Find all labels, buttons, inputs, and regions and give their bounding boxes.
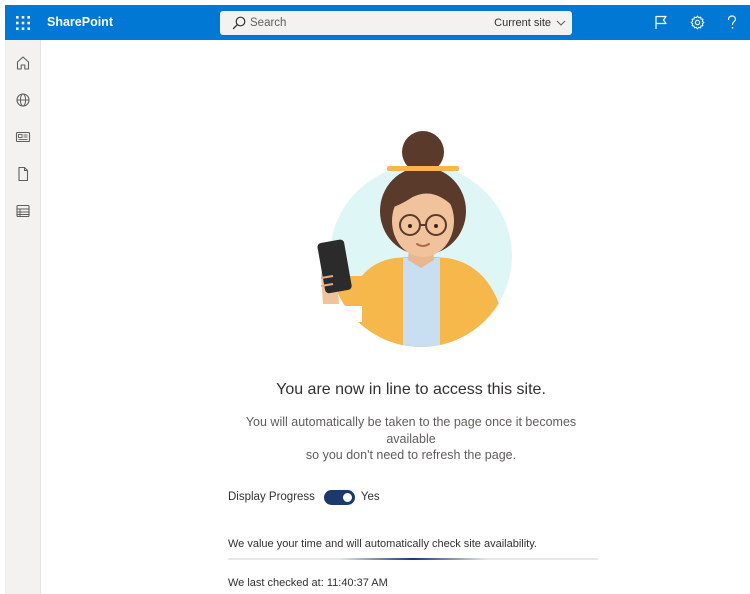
- document-icon: [18, 166, 29, 182]
- news-icon: [15, 131, 31, 143]
- rail-item-files[interactable]: [5, 157, 41, 191]
- last-checked-text: We last checked at: 11:40:37 AM: [228, 577, 388, 589]
- rail-item-home[interactable]: [5, 46, 41, 80]
- search-scope-label: Current site: [494, 17, 551, 29]
- availability-info-text: We value your time and will automaticall…: [228, 538, 537, 550]
- queue-headline: You are now in line to access this site.: [276, 381, 546, 398]
- list-icon: [16, 204, 30, 218]
- app-launcher-icon[interactable]: [5, 5, 41, 40]
- search-input[interactable]: [250, 13, 490, 33]
- display-progress-state: Yes: [360, 491, 380, 503]
- home-icon: [16, 56, 30, 70]
- chevron-down-icon: [556, 20, 566, 26]
- queue-description-line-1: You will automatically be taken to the p…: [245, 415, 577, 446]
- progress-bar: [339, 558, 487, 560]
- queue-description-line-2: so you don't need to refresh the page.: [305, 448, 517, 462]
- globe-icon: [16, 93, 30, 107]
- left-nav-rail: [5, 40, 41, 594]
- queue-description: You will automatically be taken to the p…: [221, 414, 601, 464]
- display-progress-label: Display Progress: [228, 491, 315, 503]
- app-window: SharePoint Current site: [5, 5, 750, 594]
- rail-item-news[interactable]: [5, 120, 41, 154]
- help-icon[interactable]: [714, 5, 750, 40]
- progress-track: [228, 558, 598, 560]
- suite-bar: SharePoint Current site: [5, 5, 750, 40]
- search-box[interactable]: Current site: [220, 11, 572, 35]
- flag-icon[interactable]: [643, 5, 679, 40]
- app-title[interactable]: SharePoint: [47, 5, 113, 40]
- rail-item-lists[interactable]: [5, 194, 41, 228]
- gear-icon[interactable]: [679, 5, 715, 40]
- display-progress-toggle[interactable]: [323, 489, 355, 505]
- waiting-person-illustration: [317, 131, 512, 347]
- main-content: You are now in line to access this site.…: [41, 40, 750, 594]
- search-scope-dropdown[interactable]: Current site: [494, 11, 566, 35]
- search-icon: [232, 16, 246, 30]
- display-progress-row: Display Progress Yes: [228, 488, 380, 506]
- toggle-knob: [342, 492, 352, 502]
- rail-item-sites[interactable]: [5, 83, 41, 117]
